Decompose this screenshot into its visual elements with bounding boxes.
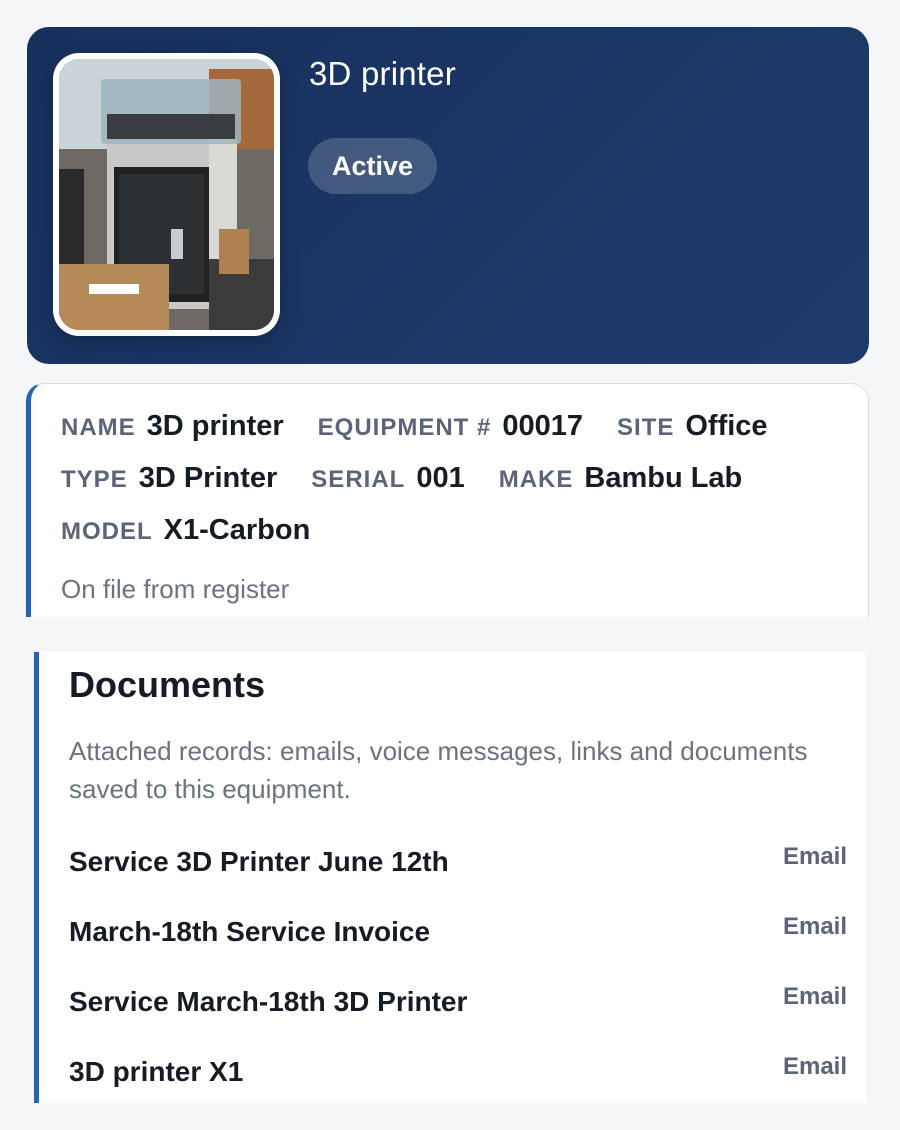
field-label: NAME xyxy=(61,414,136,441)
status-badge: Active xyxy=(308,138,438,194)
field-value: Bambu Lab xyxy=(584,462,743,494)
documents-description: Attached records: emails, voice messages… xyxy=(69,736,808,804)
document-name: 3D printer X1 xyxy=(69,1056,244,1087)
field-type: TYPE 3D Printer xyxy=(61,462,277,495)
document-type: Email xyxy=(782,843,847,870)
field-name: NAME 3D printer xyxy=(61,410,284,443)
field-label: SERIAL xyxy=(311,466,406,493)
field-model: MODEL X1-Carbon xyxy=(61,514,310,547)
document-name: Service March-18th 3D Printer xyxy=(69,986,468,1017)
field-value: 3D Printer xyxy=(138,462,278,494)
field-label: SITE xyxy=(617,414,675,441)
field-label: EQUIPMENT # xyxy=(317,414,492,441)
printer-photo-image xyxy=(59,59,274,330)
document-type: Email xyxy=(782,913,847,940)
field-equipment-number: EQUIPMENT # 00017 xyxy=(318,410,583,443)
document-item[interactable]: March-18th Service Invoice Email xyxy=(69,908,847,958)
field-make: MAKE Bambu Lab xyxy=(499,462,743,495)
field-serial: SERIAL 001 xyxy=(311,462,464,495)
document-name: Service 3D Printer June 12th xyxy=(69,846,449,877)
equipment-header: 3D printer Active xyxy=(27,27,869,364)
equipment-photo[interactable] xyxy=(53,53,280,336)
field-label: MAKE xyxy=(498,466,574,493)
field-label: TYPE xyxy=(61,466,128,493)
details-note: On file from register xyxy=(61,574,290,604)
details-row: MODEL X1-Carbon xyxy=(61,514,344,547)
field-value: 001 xyxy=(416,462,465,494)
field-value: 00017 xyxy=(502,410,584,442)
field-site: SITE Office xyxy=(617,410,768,443)
document-name: March-18th Service Invoice xyxy=(69,916,431,947)
document-item[interactable]: 3D printer X1 Email xyxy=(69,1048,847,1098)
field-value: X1-Carbon xyxy=(163,514,311,546)
equipment-details: NAME 3D printer EQUIPMENT # 00017 SITE O… xyxy=(26,383,869,617)
details-row: TYPE 3D Printer SERIAL 001 MAKE Bambu La… xyxy=(61,462,776,495)
field-value: Office xyxy=(685,410,768,442)
field-label: MODEL xyxy=(61,518,153,545)
document-type: Email xyxy=(782,983,847,1010)
document-type: Email xyxy=(782,1053,847,1080)
document-item[interactable]: Service 3D Printer June 12th Email xyxy=(69,838,847,888)
documents-title: Documents xyxy=(69,664,266,705)
details-row: NAME 3D printer EQUIPMENT # 00017 SITE O… xyxy=(61,410,802,443)
documents-section: Documents Attached records: emails, voic… xyxy=(34,652,866,1103)
equipment-title: 3D printer xyxy=(309,55,456,92)
field-value: 3D printer xyxy=(146,410,284,442)
document-item[interactable]: Service March-18th 3D Printer Email xyxy=(69,978,847,1028)
